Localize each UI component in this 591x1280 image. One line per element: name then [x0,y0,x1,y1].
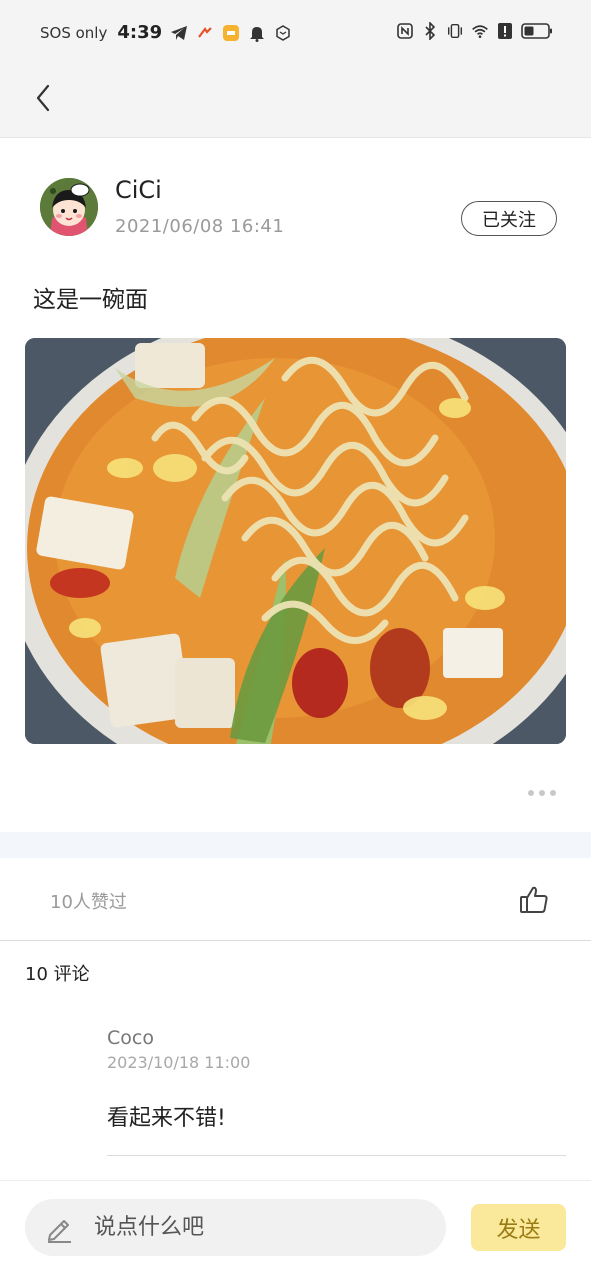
alert-icon [496,22,514,40]
divider [0,940,591,941]
more-button[interactable] [522,782,562,804]
post-image[interactable] [25,338,566,744]
nfc-icon [396,22,414,40]
more-dot [539,790,545,796]
telegram-icon [170,24,188,42]
comment-input[interactable] [94,1215,394,1240]
comment-count: 10 评论 [25,964,90,985]
post-time: 2021/06/08 16:41 [115,216,285,237]
post-text: 这是一碗面 [33,287,148,313]
status-left: SOS only 4:39 [40,22,292,43]
box-icon [274,24,292,42]
bell-icon [248,24,266,42]
avatar[interactable] [40,178,98,236]
back-button[interactable] [28,80,58,120]
comment-text[interactable]: 看起来不错! [107,1100,226,1132]
comment-composer: 发送 [0,1180,591,1280]
follow-button[interactable]: 已关注 [461,201,557,236]
nav-bar [0,66,591,138]
notification-app-icon [222,24,240,42]
more-dots-icon [528,790,534,796]
status-right [396,22,553,40]
chevron-left-icon [35,84,51,116]
comment-time: 2023/10/18 11:00 [107,1053,251,1072]
clock: 4:39 [117,22,163,43]
bluetooth-icon [421,22,439,40]
comment-author[interactable]: Coco [107,1027,154,1049]
author-name[interactable]: CiCi [115,176,162,204]
more-dot [550,790,556,796]
pencil-icon [44,1213,74,1243]
noodle-soup-photo [25,338,566,744]
section-divider [0,832,591,858]
comment-divider [107,1155,566,1156]
vibrate-icon [446,22,464,40]
send-button[interactable]: 发送 [471,1204,566,1251]
app-icon [196,24,214,42]
likes-count[interactable]: 10人赞过 [50,888,127,914]
battery-icon [521,22,553,40]
status-bar: SOS only 4:39 [0,0,591,66]
comment-input-box[interactable] [25,1199,446,1256]
wifi-icon [471,22,489,40]
thumbs-up-icon[interactable] [518,884,550,916]
carrier-label: SOS only [40,23,108,42]
